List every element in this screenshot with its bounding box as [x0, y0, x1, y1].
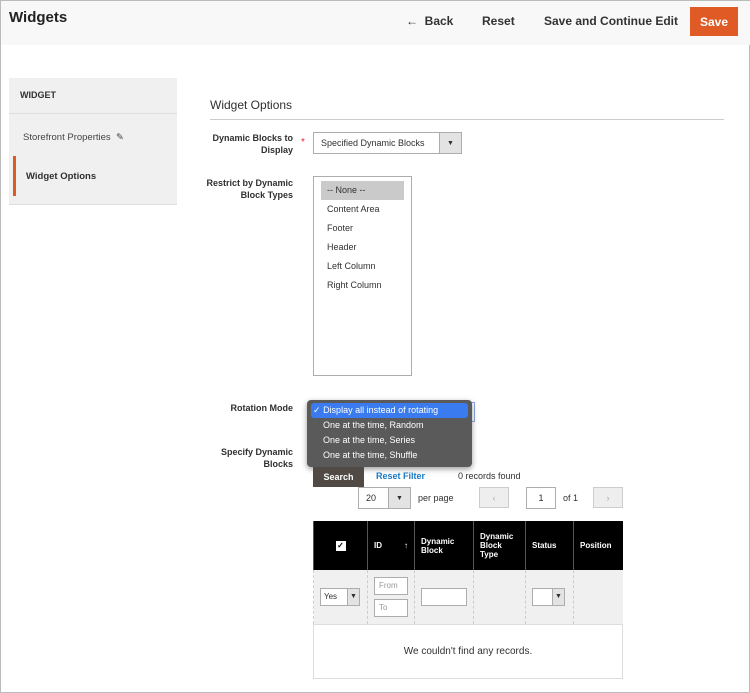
column-header-status[interactable]: Status — [525, 521, 574, 570]
dynamic-blocks-grid: ✓ ID ↑ Dynamic Block Dynamic Block Type S… — [313, 521, 623, 679]
list-option[interactable]: -- None -- — [321, 181, 404, 200]
menu-option-selected[interactable]: ✓ Display all instead of rotating — [311, 403, 468, 418]
section-title: Widget Options — [210, 98, 293, 112]
dynamic-blocks-label: Dynamic Blocks to Display — [212, 133, 293, 155]
block-type-filter-cell — [473, 570, 526, 624]
sidebar-heading: WIDGET — [9, 78, 177, 114]
sidebar: WIDGET Storefront Properties ✎ Widget Op… — [9, 78, 177, 205]
list-option[interactable]: Content Area — [314, 200, 411, 219]
prev-page-button[interactable]: ‹ — [479, 487, 509, 508]
list-option[interactable]: Right Column — [314, 276, 411, 295]
block-types-listbox[interactable]: -- None -- Content Area Footer Header Le… — [313, 176, 412, 376]
in-grid-filter-select[interactable]: Yes ▼ — [320, 587, 360, 606]
select-all-checkbox[interactable]: ✓ — [313, 521, 368, 570]
column-header-dynamic-block[interactable]: Dynamic Block — [414, 521, 474, 570]
dynamic-block-filter-input[interactable] — [421, 587, 467, 606]
table-header-row: ✓ ID ↑ Dynamic Block Dynamic Block Type S… — [313, 521, 623, 570]
chevron-left-icon: ‹ — [492, 492, 496, 503]
arrow-left-icon: ← — [406, 14, 418, 28]
sidebar-item-widget-options[interactable]: Widget Options — [13, 156, 177, 196]
page-input[interactable]: 1 — [526, 487, 556, 509]
save-continue-button[interactable]: Save and Continue Edit — [544, 14, 678, 28]
column-header-id[interactable]: ID ↑ — [367, 521, 415, 570]
specify-label: Specify Dynamic Blocks — [220, 447, 293, 469]
chevron-down-icon: ▼ — [439, 133, 461, 153]
dynamic-blocks-select[interactable]: Specified Dynamic Blocks ▼ — [313, 132, 462, 154]
empty-message: We couldn't find any records. — [313, 623, 623, 679]
select-value: Specified Dynamic Blocks — [321, 138, 425, 148]
chevron-down-icon: ▼ — [552, 588, 564, 605]
checkbox-checked-icon: ✓ — [335, 540, 346, 551]
rotation-dropdown-menu[interactable]: ✓ Display all instead of rotating One at… — [307, 400, 472, 467]
divider — [210, 119, 724, 120]
id-from-input[interactable]: From — [374, 576, 408, 595]
checkmark-icon: ✓ — [313, 405, 321, 415]
per-page-label: per page — [418, 493, 454, 503]
back-label: Back — [424, 14, 454, 28]
page-total: of 1 — [563, 493, 579, 503]
page-title: Widgets — [9, 9, 68, 26]
empty-row: We couldn't find any records. — [313, 623, 623, 679]
back-button[interactable]: ← Back — [406, 14, 453, 28]
chevron-down-icon: ▼ — [388, 488, 410, 508]
records-count: 0 records found — [458, 471, 521, 481]
rotation-label: Rotation Mode — [230, 403, 294, 413]
menu-option[interactable]: One at the time, Shuffle — [311, 448, 468, 463]
column-header-block-type[interactable]: Dynamic Block Type — [473, 521, 526, 570]
list-option[interactable]: Left Column — [314, 257, 411, 276]
filter-row: Yes ▼ From To ▼ — [313, 570, 623, 624]
status-filter-select[interactable]: ▼ — [532, 587, 565, 606]
reset-filter-link[interactable]: Reset Filter — [376, 471, 425, 481]
reset-button[interactable]: Reset — [482, 14, 515, 28]
option-label: Display all instead of rotating — [323, 405, 439, 415]
column-header-position[interactable]: Position — [573, 521, 623, 570]
column-label: ID — [374, 541, 382, 550]
save-button[interactable]: Save — [690, 7, 738, 36]
id-to-input[interactable]: To — [374, 598, 408, 617]
chevron-down-icon: ▼ — [347, 588, 359, 605]
restrict-label: Restrict by Dynamic Block Types — [206, 178, 293, 200]
chevron-right-icon: › — [606, 492, 610, 503]
sidebar-item-label: Storefront Properties — [23, 132, 111, 143]
list-option[interactable]: Header — [314, 238, 411, 257]
position-filter-cell — [573, 570, 623, 624]
per-page-select[interactable]: 20 ▼ — [358, 487, 411, 509]
select-value: Yes — [324, 592, 338, 602]
menu-option[interactable]: One at the time, Series — [311, 433, 468, 448]
next-page-button[interactable]: › — [593, 487, 623, 508]
required-marker: * — [301, 137, 305, 148]
menu-option[interactable]: One at the time, Random — [311, 418, 468, 433]
pencil-icon: ✎ — [115, 132, 124, 143]
select-value: 20 — [366, 493, 377, 503]
sidebar-item-storefront-properties[interactable]: Storefront Properties ✎ — [9, 114, 177, 154]
list-option[interactable]: Footer — [314, 219, 411, 238]
sort-arrow-icon: ↑ — [404, 541, 408, 550]
search-button[interactable]: Search — [313, 467, 364, 487]
